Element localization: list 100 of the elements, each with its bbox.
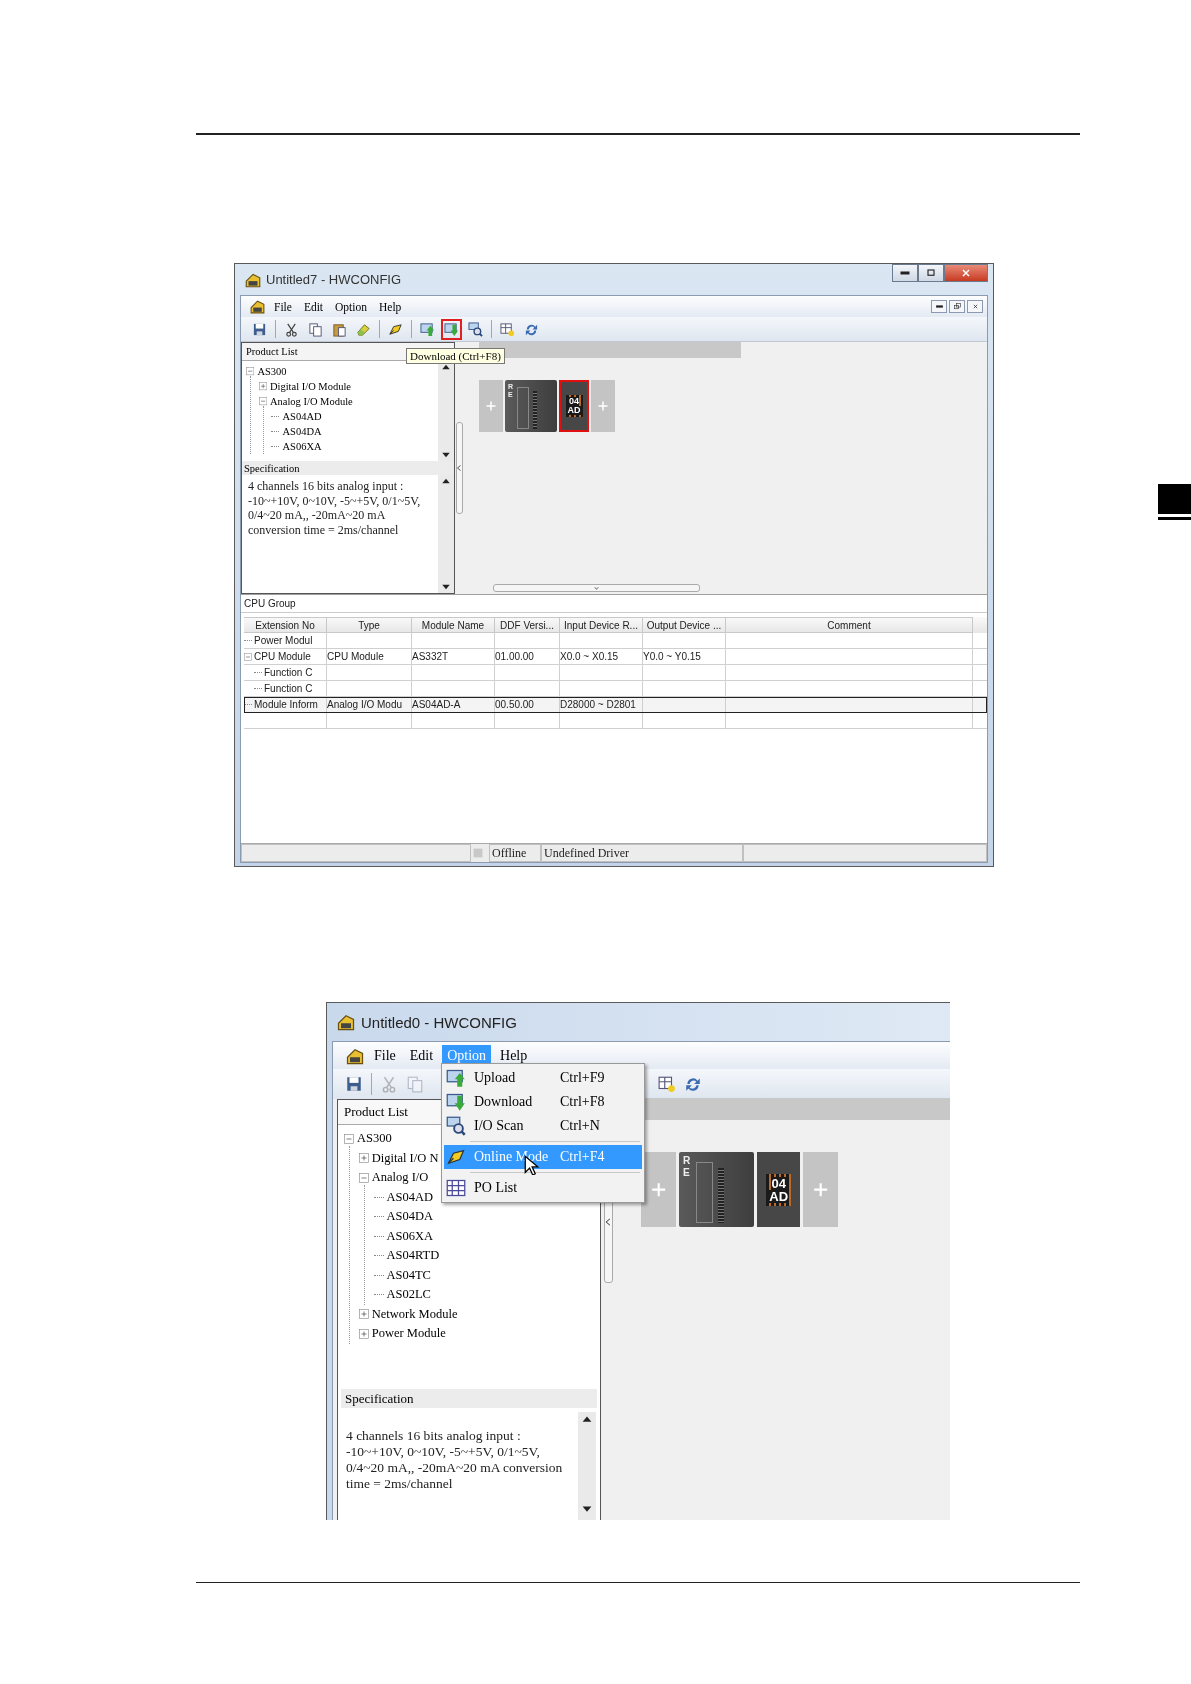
collapse-caret-icon: [455, 464, 463, 472]
table-cell: Power Modul: [254, 635, 313, 646]
tree-item[interactable]: AS04DA: [282, 426, 322, 437]
table-cell: Function C: [264, 667, 313, 678]
minimize-button[interactable]: [931, 300, 947, 313]
scissors-icon: [284, 321, 299, 337]
tree-item[interactable]: Network Module: [371, 1306, 458, 1322]
tree-item[interactable]: AS300: [357, 1131, 392, 1147]
tree-item[interactable]: AS02LC: [386, 1287, 431, 1303]
column-header[interactable]: Extension No: [244, 617, 327, 633]
table-row[interactable]: CPU Module CPU Module AS332T 01.00.00 X0.0 ~ X0.15 Y0.0 ~ Y0.15: [244, 649, 987, 665]
tree-item[interactable]: Analog I/O: [371, 1170, 429, 1186]
plug-icon: [388, 321, 403, 337]
magnifier-icon: [468, 321, 483, 337]
table-cell: CPU Module: [327, 651, 384, 662]
menu-item[interactable]: Option: [331, 299, 371, 314]
restore-button[interactable]: [949, 300, 965, 313]
plus-icon: [597, 400, 609, 412]
expand-box-icon[interactable]: [358, 1309, 369, 1320]
table-row[interactable]: Module Inform Analog I/O Modu AS04AD-A 00.50.00 D28000 ~ D2801: [244, 697, 987, 713]
panel-title: Specification: [345, 1390, 414, 1407]
empty-slot[interactable]: [591, 380, 615, 432]
plus-icon: [649, 1181, 668, 1199]
collapse-box-icon[interactable]: [246, 367, 255, 376]
table-row[interactable]: Power Modul: [244, 633, 987, 649]
toolbar-button[interactable]: [684, 1075, 702, 1093]
collapse-box-icon[interactable]: [244, 652, 252, 661]
menu-item[interactable]: File: [270, 299, 296, 314]
tree-item[interactable]: AS04TC: [386, 1267, 431, 1283]
tree-item[interactable]: AS04AD: [386, 1189, 434, 1205]
toolbar-button[interactable]: [441, 318, 462, 340]
tree-item[interactable]: AS06XA: [386, 1228, 434, 1244]
close-button[interactable]: [967, 300, 983, 313]
analog-module[interactable]: 04 AD: [756, 1152, 801, 1228]
plug-icon: [446, 1147, 466, 1167]
toolbar-button[interactable]: [658, 1075, 676, 1093]
close-button[interactable]: [944, 264, 988, 282]
menu-item[interactable]: Upload Ctrl+F9: [444, 1066, 642, 1090]
empty-slot[interactable]: [641, 1152, 676, 1228]
table-grid-icon: [446, 1178, 466, 1198]
tree-item[interactable]: Power Module: [371, 1326, 446, 1342]
menu-item[interactable]: Edit: [299, 299, 328, 314]
magnifier-icon: [446, 1116, 466, 1136]
led-label: E: [683, 1167, 691, 1179]
specification-text: 4 channels 16 bits analog input : -10~+10V, 0~10V, -5~+5V, 0/1~5V, 0/4~20 mA,, -20mA~20 mA conversion time = 2ms/channel: [346, 1428, 563, 1491]
expand-box-icon[interactable]: [358, 1328, 369, 1339]
tree-item[interactable]: AS04DA: [386, 1209, 434, 1225]
panel-splitter[interactable]: [493, 584, 700, 592]
menu-item[interactable]: I/O Scan Ctrl+N: [444, 1114, 642, 1138]
menu-item[interactable]: PO List: [444, 1176, 642, 1200]
column-header[interactable]: Output Device ...: [643, 617, 726, 633]
panel-splitter[interactable]: [455, 422, 463, 514]
toolbar-button[interactable]: [345, 1075, 363, 1093]
column-header[interactable]: Type: [327, 617, 412, 633]
expand-box-icon[interactable]: [358, 1153, 369, 1164]
column-header[interactable]: Comment: [726, 617, 973, 633]
tree-item[interactable]: Analog I/O Module: [269, 396, 353, 407]
menu-item[interactable]: Download Ctrl+F8: [444, 1090, 642, 1114]
module-code: 04: [569, 397, 579, 406]
table-cell: D28000 ~ D2801: [560, 699, 636, 710]
panel-title: Specification: [244, 462, 300, 474]
window-title: Untitled7 - HWCONFIG: [266, 272, 402, 287]
table-row[interactable]: Function C: [244, 665, 987, 681]
expand-box-icon[interactable]: [258, 382, 267, 391]
copy-icon: [308, 321, 323, 337]
collapse-box-icon[interactable]: [358, 1172, 369, 1183]
expand-caret-icon: [593, 585, 600, 592]
empty-slot[interactable]: [479, 380, 503, 432]
collapse-box-icon[interactable]: [344, 1133, 354, 1144]
cpu-module[interactable]: R E: [678, 1152, 755, 1228]
column-header[interactable]: DDF Versi...: [495, 617, 560, 633]
close-icon: [960, 267, 972, 279]
led-label: R: [683, 1156, 691, 1167]
maximize-button[interactable]: [918, 264, 944, 282]
table-cell: Module Inform: [254, 699, 318, 710]
table-cell: Y0.0 ~ Y0.15: [643, 651, 701, 662]
tree-item[interactable]: AS04AD: [282, 411, 322, 422]
tree-item[interactable]: AS300: [257, 366, 287, 377]
column-header[interactable]: Module Name: [412, 617, 495, 633]
status-text: Offline: [489, 844, 541, 862]
collapse-box-icon[interactable]: [258, 397, 267, 406]
minimize-button[interactable]: [892, 264, 918, 282]
table-cell: Analog I/O Modu: [327, 699, 403, 710]
column-header[interactable]: Input Device R...: [560, 617, 643, 633]
tree-item[interactable]: Digital I/O N: [371, 1150, 439, 1166]
analog-module[interactable]: 04 AD: [559, 380, 589, 432]
table-add-icon: [658, 1075, 676, 1093]
menu-item[interactable]: Help: [375, 299, 406, 314]
table-cell: 01.00.00: [495, 651, 534, 662]
clipboard-icon: [332, 321, 347, 337]
copy-icon: [406, 1075, 424, 1093]
menu-item[interactable]: Edit: [404, 1044, 439, 1067]
empty-slot[interactable]: [803, 1152, 839, 1228]
tree-item[interactable]: Digital I/O Module: [269, 381, 351, 392]
tree-item[interactable]: AS06XA: [282, 441, 322, 452]
menu-item[interactable]: File: [369, 1044, 401, 1067]
menu-item[interactable]: Help: [495, 1044, 533, 1067]
tree-item[interactable]: AS04RTD: [386, 1248, 440, 1264]
app-icon: [249, 298, 266, 315]
module-code: 04: [771, 1176, 786, 1190]
